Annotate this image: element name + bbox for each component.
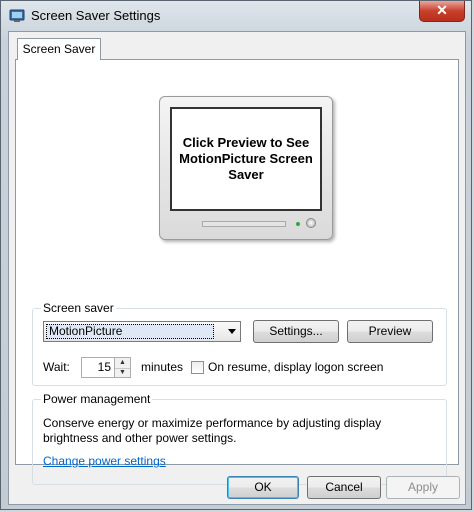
wait-minutes-spinner[interactable]: ▲ ▼ (115, 357, 131, 378)
power-led-icon (296, 222, 300, 226)
window-title: Screen Saver Settings (31, 8, 161, 23)
screen-saver-tab-panel: Click Preview to See MotionPicture Scree… (15, 59, 459, 485)
screen-saver-settings-icon (9, 8, 25, 24)
monitor-power-button-icon (306, 218, 316, 228)
close-button[interactable]: ✕ (419, 1, 465, 22)
preview-message: Click Preview to See MotionPicture Scree… (179, 135, 313, 182)
spin-down-icon[interactable]: ▼ (115, 368, 130, 378)
tab-screen-saver[interactable]: Screen Saver (17, 38, 101, 60)
screen-saver-settings-window: Screen Saver Settings ✕ Screen Saver Cli… (0, 0, 472, 510)
preview-button[interactable]: Preview (347, 320, 433, 343)
close-icon: ✕ (436, 2, 448, 18)
power-management-group: Power management Conserve energy or maxi… (32, 392, 447, 485)
screen-saver-group-label: Screen saver (41, 301, 116, 315)
cancel-button[interactable]: Cancel (307, 476, 381, 499)
power-management-group-label: Power management (41, 392, 153, 406)
screen-saver-selected: MotionPicture (46, 324, 214, 339)
power-description: Conserve energy or maximize performance … (43, 416, 382, 445)
minutes-label: minutes (141, 360, 184, 374)
change-power-settings-link[interactable]: Change power settings (43, 454, 166, 468)
chevron-down-icon (228, 329, 236, 334)
screen-saver-group: Screen saver MotionPicture Settings... P… (32, 301, 447, 386)
apply-button[interactable]: Apply (386, 476, 460, 499)
wait-label: Wait: (43, 360, 70, 374)
settings-button[interactable]: Settings... (253, 320, 339, 343)
ok-button[interactable]: OK (227, 476, 299, 499)
wait-minutes-input[interactable]: 15 (81, 357, 115, 378)
resume-logon-checkbox[interactable] (191, 361, 204, 374)
preview-monitor: Click Preview to See MotionPicture Scree… (159, 96, 333, 240)
monitor-slot (202, 221, 286, 227)
preview-screen: Click Preview to See MotionPicture Scree… (170, 107, 322, 211)
screen-saver-dropdown[interactable]: MotionPicture (43, 321, 241, 342)
dialog-client-area: Screen Saver Click Preview to See Motion… (8, 31, 466, 505)
resume-logon-label[interactable]: On resume, display logon screen (208, 360, 383, 374)
title-bar[interactable]: Screen Saver Settings ✕ (1, 1, 471, 31)
